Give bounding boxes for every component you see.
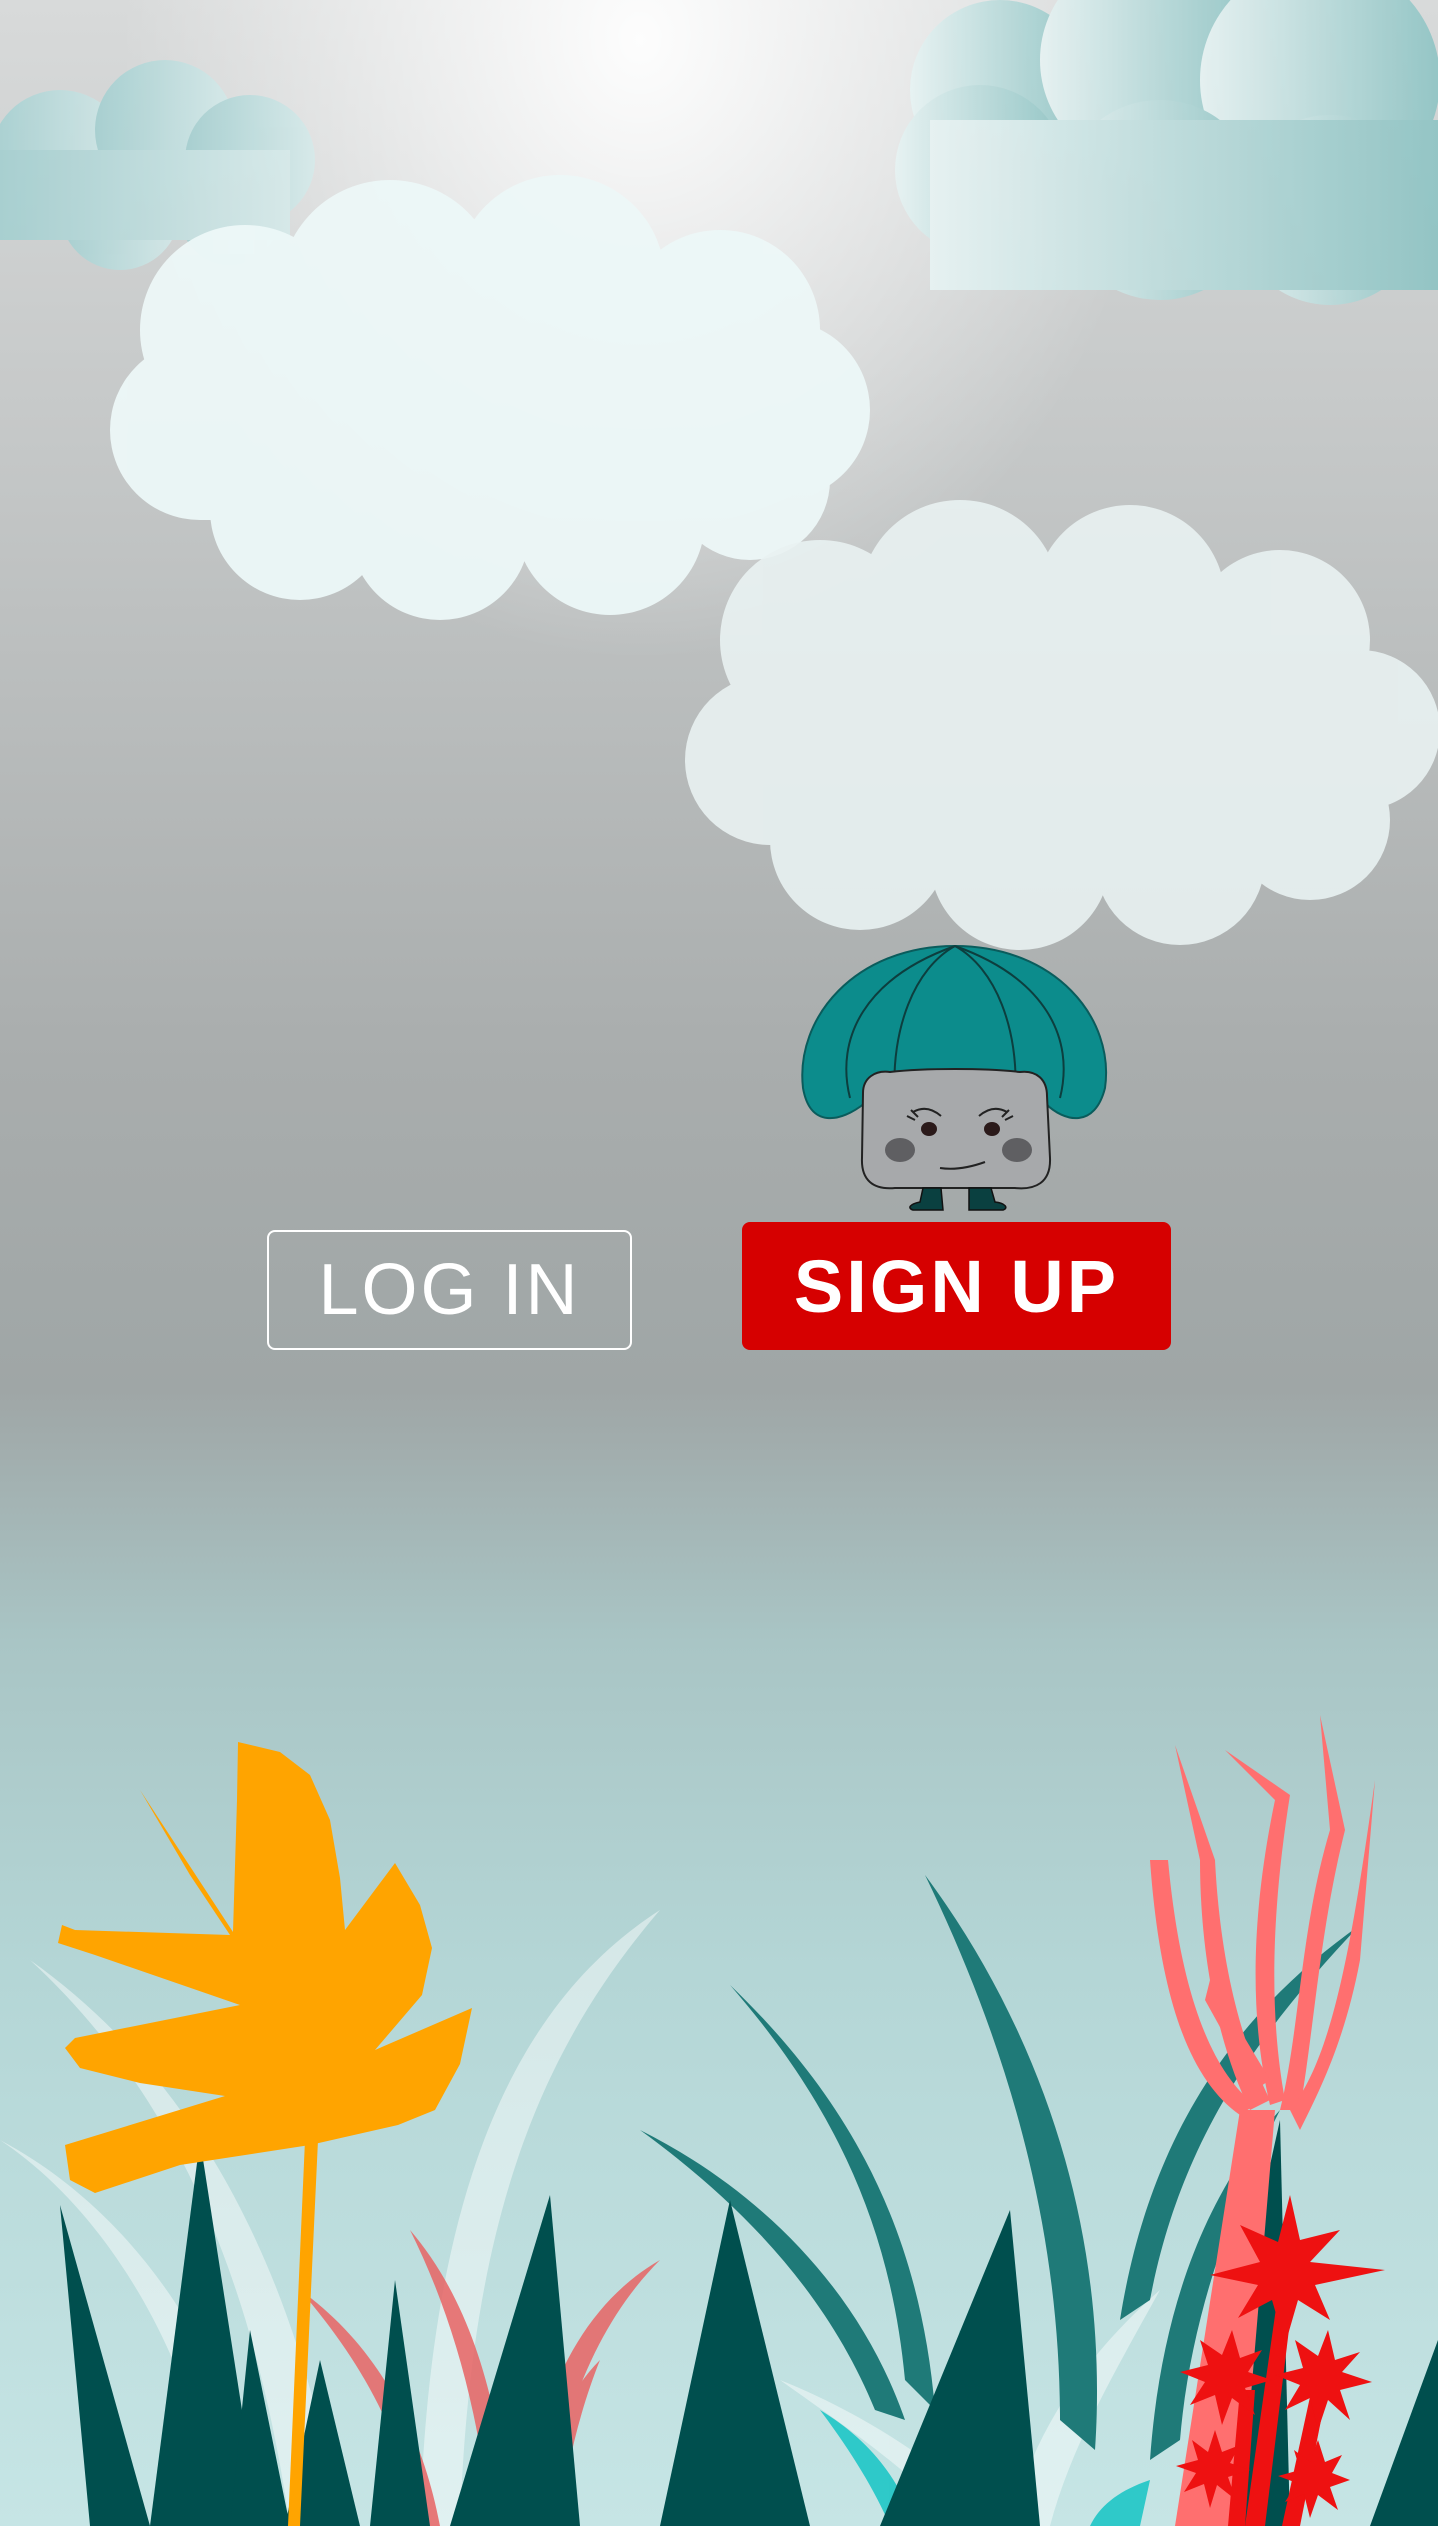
- login-button-label: LOG IN: [318, 1250, 581, 1330]
- signup-button-label: SIGN UP: [793, 1244, 1120, 1328]
- clouds: [0, 0, 1438, 950]
- cloud-middle-right: [685, 500, 1438, 950]
- cloud-upper-left: [110, 175, 870, 620]
- login-button[interactable]: LOG IN: [267, 1230, 632, 1350]
- mushroom-mascot-icon: [801, 944, 1108, 1211]
- cloud-top-right: [895, 0, 1438, 305]
- foreground-plants: [0, 1715, 1438, 2526]
- signup-button[interactable]: SIGN UP: [742, 1222, 1171, 1350]
